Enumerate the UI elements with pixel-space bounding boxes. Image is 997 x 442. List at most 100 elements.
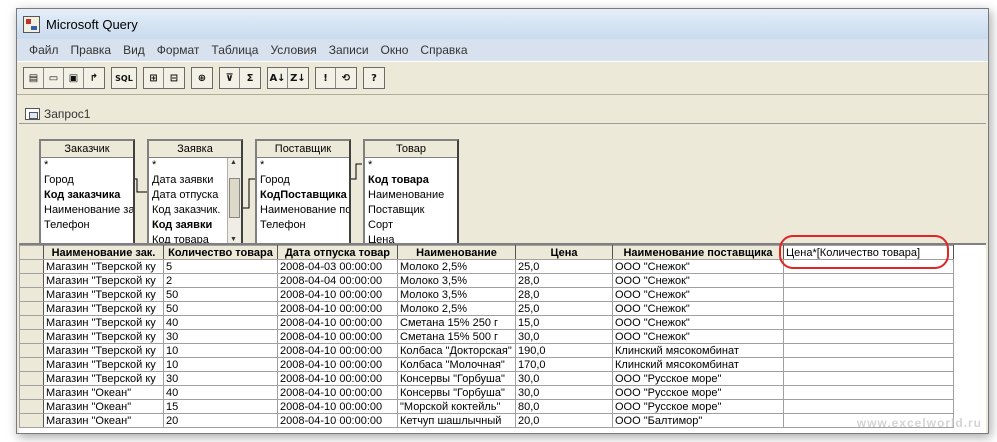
table-cell[interactable]: 2008-04-10 00:00:00 — [277, 371, 398, 386]
table-field[interactable]: Код товара — [365, 173, 457, 188]
return-data-button[interactable]: ↱ — [84, 68, 104, 88]
row-selector[interactable] — [19, 315, 44, 330]
table-field[interactable]: Наименование — [365, 188, 457, 203]
table-cell[interactable]: ООО "Русское море" — [612, 385, 784, 400]
table-cell[interactable]: 170,0 — [515, 357, 613, 372]
add-tables-button[interactable]: ⊕ — [192, 68, 212, 88]
table-cell[interactable]: 2008-04-10 00:00:00 — [277, 385, 398, 400]
scroll-thumb[interactable] — [229, 178, 240, 218]
row-selector[interactable] — [19, 343, 44, 358]
calculated-column-header[interactable]: Цена*[Количество товара] — [783, 245, 954, 260]
column-header[interactable]: Дата отпуска товар — [277, 245, 398, 260]
table-cell[interactable] — [783, 273, 954, 288]
table-cell[interactable]: Консервы "Горбуша" — [397, 371, 516, 386]
table-cell[interactable]: Магазин "Тверской ку — [43, 371, 164, 386]
table-field[interactable]: * — [365, 158, 457, 173]
table-cell[interactable]: ООО "Снежок" — [612, 301, 784, 316]
table-cell[interactable]: Магазин "Тверской ку — [43, 287, 164, 302]
table-field[interactable]: Сорт — [365, 218, 457, 233]
table-field[interactable]: Телефон — [41, 218, 133, 233]
table-field[interactable]: Дата заявки — [149, 173, 227, 188]
table-row[interactable]: Магазин "Тверской ку 5 2008-04-03 00:00:00… — [19, 259, 954, 274]
table-cell[interactable]: Молоко 2,5% — [397, 259, 516, 274]
table-cell[interactable]: 25,0 — [515, 301, 613, 316]
table-cell[interactable]: Магазин "Тверской ку — [43, 315, 164, 330]
table-field[interactable]: КодПоставщика — [257, 188, 349, 203]
table-cell[interactable]: Магазин "Тверской ку — [43, 301, 164, 316]
table-row[interactable]: Магазин "Океан" 40 2008-04-10 00:00:00 Конс… — [19, 385, 954, 400]
table-cell[interactable]: Клинский мясокомбинат — [612, 343, 784, 358]
table-cell[interactable]: ООО "Балтимор" — [612, 413, 784, 428]
table-cell[interactable]: Магазин "Тверской ку — [43, 259, 164, 274]
table-header[interactable]: Товар — [365, 141, 457, 158]
auto-query-button[interactable]: ⟲ — [336, 68, 356, 88]
table-header[interactable]: Заявка — [149, 141, 241, 158]
table-field[interactable]: * — [149, 158, 227, 173]
table-cell[interactable] — [783, 301, 954, 316]
help-button[interactable]: ? — [364, 68, 384, 88]
row-selector[interactable] — [19, 273, 44, 288]
table-cell[interactable]: Магазин "Тверской ку — [43, 273, 164, 288]
menu-records[interactable]: Записи — [323, 43, 375, 57]
query-now-button[interactable]: ! — [316, 68, 336, 88]
table-cell[interactable]: ООО "Русское море" — [612, 399, 784, 414]
row-selector-header[interactable] — [19, 245, 44, 260]
table-cell[interactable] — [783, 357, 954, 372]
table-cell[interactable]: 30 — [163, 329, 278, 344]
table-field[interactable]: * — [257, 158, 349, 173]
table-cell[interactable]: Магазин "Океан" — [43, 399, 164, 414]
sql-button[interactable]: SQL — [112, 68, 136, 88]
table-cell[interactable]: 5 — [163, 259, 278, 274]
column-header[interactable]: Наименование зак. — [43, 245, 164, 260]
table-cell[interactable]: 2008-04-10 00:00:00 — [277, 329, 398, 344]
table-cell[interactable] — [783, 343, 954, 358]
table-field[interactable]: Наименование за — [41, 203, 133, 218]
table-field[interactable]: Город — [41, 173, 133, 188]
show-tables-button[interactable]: ⊞ — [144, 68, 164, 88]
table-cell[interactable] — [783, 399, 954, 414]
table-field[interactable]: Код заказчика — [41, 188, 133, 203]
table-cell[interactable]: 30 — [163, 371, 278, 386]
table-cell[interactable]: ООО "Снежок" — [612, 259, 784, 274]
table-cell[interactable]: 2008-04-04 00:00:00 — [277, 273, 398, 288]
menu-edit[interactable]: Правка — [65, 43, 118, 57]
table-cell[interactable]: 15,0 — [515, 315, 613, 330]
table-cell[interactable] — [783, 385, 954, 400]
menu-file[interactable]: Файл — [23, 43, 65, 57]
table-cell[interactable]: ООО "Снежок" — [612, 287, 784, 302]
table-field[interactable]: Поставщик — [365, 203, 457, 218]
menu-help[interactable]: Справка — [414, 43, 473, 57]
column-header[interactable]: Цена — [515, 245, 613, 260]
table-row[interactable]: Магазин "Тверской ку 50 2008-04-10 00:00:0… — [19, 301, 954, 316]
table-cell[interactable]: 15 — [163, 399, 278, 414]
table-cell[interactable]: 50 — [163, 301, 278, 316]
table-cell[interactable]: 10 — [163, 343, 278, 358]
table-scrollbar[interactable]: ▲ ▼ — [227, 158, 241, 244]
menu-window[interactable]: Окно — [375, 43, 415, 57]
table-cell[interactable]: 28,0 — [515, 273, 613, 288]
table-field[interactable]: Дата отпуска — [149, 188, 227, 203]
new-query-button[interactable]: ▤ — [24, 68, 44, 88]
table-cell[interactable]: 20,0 — [515, 413, 613, 428]
table-cell[interactable]: 30,0 — [515, 385, 613, 400]
table-row[interactable]: Магазин "Тверской ку 50 2008-04-10 00:00:0… — [19, 287, 954, 302]
table-cell[interactable]: Молоко 3,5% — [397, 273, 516, 288]
table-field[interactable]: Город — [257, 173, 349, 188]
table-cell[interactable]: 50 — [163, 287, 278, 302]
table-cell[interactable]: 2008-04-03 00:00:00 — [277, 259, 398, 274]
column-header[interactable]: Количество товара — [163, 245, 278, 260]
table-cell[interactable]: Кетчуп шашлычный — [397, 413, 516, 428]
table-row[interactable]: Магазин "Тверской ку 40 2008-04-10 00:00:0… — [19, 315, 954, 330]
table-cell[interactable]: 30,0 — [515, 329, 613, 344]
table-cell[interactable] — [783, 371, 954, 386]
table-cell[interactable]: Консервы "Горбуша" — [397, 385, 516, 400]
row-selector[interactable] — [19, 301, 44, 316]
table-cell[interactable] — [783, 259, 954, 274]
table-cell[interactable]: 40 — [163, 385, 278, 400]
table-cell[interactable]: 80,0 — [515, 399, 613, 414]
table-cell[interactable]: Магазин "Тверской ку — [43, 343, 164, 358]
table-header[interactable]: Поставщик — [257, 141, 349, 158]
row-selector[interactable] — [19, 385, 44, 400]
table-box-supplier[interactable]: Поставщик * Город КодПоставщика Наименов… — [255, 139, 351, 246]
row-selector[interactable] — [19, 287, 44, 302]
